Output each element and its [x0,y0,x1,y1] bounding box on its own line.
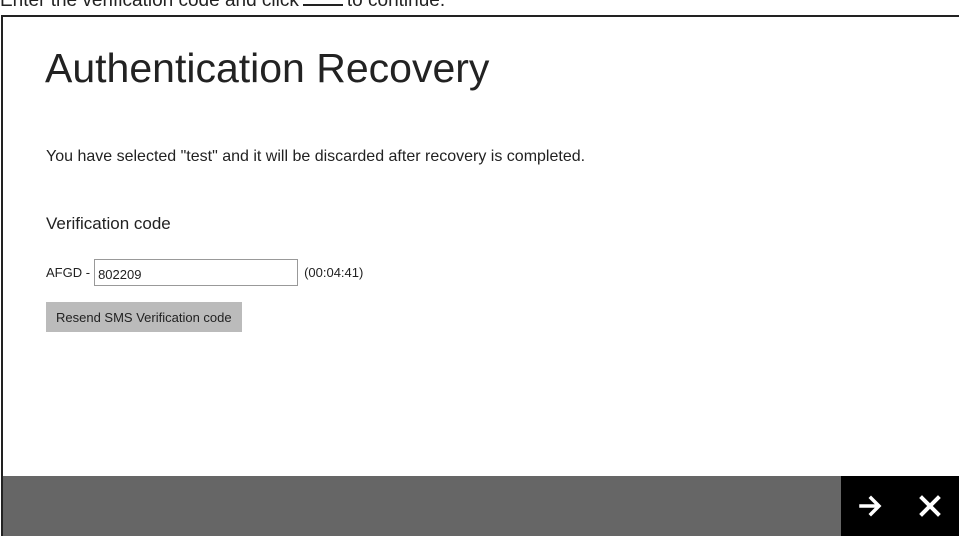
instruction-text: Enter the verification code and click to … [0,0,445,11]
instruction-before: Enter the verification code and click [0,0,299,11]
countdown-timer: (00:04:41) [304,264,364,280]
next-button[interactable] [841,476,900,536]
close-button[interactable] [900,476,959,536]
verification-code-input[interactable] [94,258,299,286]
arrow-right-icon [858,495,881,517]
instruction-after: to continue. [346,0,446,11]
verification-code-label: Verification code [46,214,171,233]
close-icon [918,495,941,517]
verification-code-row: AFGD - (00:04:41) [46,257,363,287]
code-prefix: AFGD - [46,264,91,280]
nav-buttons [841,476,959,536]
recovery-window: Authentication Recovery You have selecte… [1,15,959,536]
page-title: Authentication Recovery [45,45,490,91]
footer-bar [3,476,959,536]
selection-message: You have selected "test" and it will be … [46,148,586,165]
next-key-underline [302,3,343,6]
resend-sms-button[interactable]: Resend SMS Verification code [46,302,242,332]
